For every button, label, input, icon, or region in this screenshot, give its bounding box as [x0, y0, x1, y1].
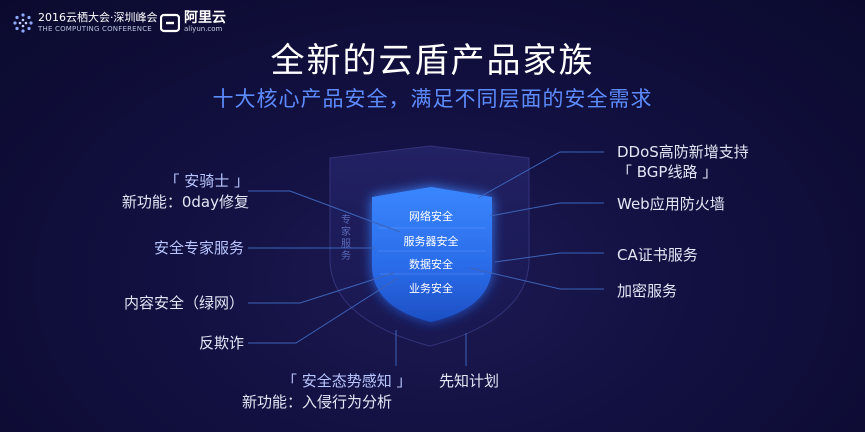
situation-awareness-feature: 新功能：入侵行为分析 [242, 393, 393, 411]
waf-label: Web应用防火墙 [617, 195, 725, 213]
anqishi-name: 「 安骑士 」 [164, 172, 249, 190]
shield-item-data: 数据安全 [409, 258, 453, 271]
anqishi-feature: 新功能：0day修复 [121, 193, 249, 211]
shield-item-server: 服务器安全 [403, 235, 459, 248]
ddos-label: DDoS高防新增支持 [617, 143, 749, 161]
expert-service-label: 安全专家服务 [153, 239, 244, 257]
expert-service-outer-label: 专家服务 [341, 215, 351, 262]
encryption-label: 加密服务 [617, 282, 678, 300]
content-security-label: 内容安全（绿网） [123, 294, 244, 312]
shield-item-business: 业务安全 [409, 282, 453, 295]
situation-awareness-name: 「 安全态势感知 」 [282, 372, 412, 390]
ddos-bgp-label: 「 BGP线路 」 [617, 163, 718, 181]
anti-fraud-label: 反欺诈 [198, 334, 244, 352]
xianzhi-label: 先知计划 [439, 372, 500, 390]
ca-cert-label: CA证书服务 [617, 246, 698, 264]
shield-item-network: 网络安全 [409, 210, 453, 223]
